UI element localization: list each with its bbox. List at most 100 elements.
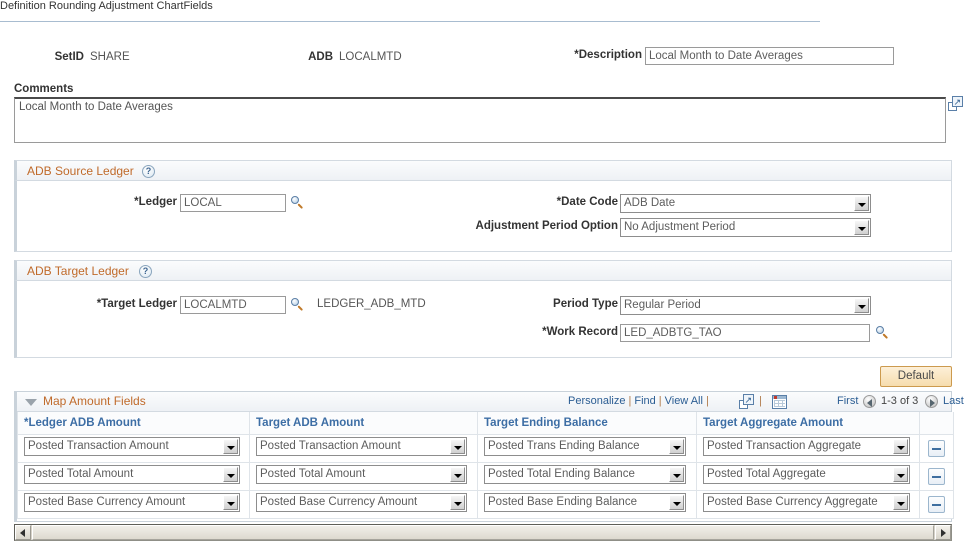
column-header-ledger-adb-amount[interactable]: *Ledger ADB Amount (17, 412, 250, 435)
next-arrow-icon[interactable] (925, 395, 938, 408)
page-root: Definition Rounding Adjustment ChartFiel… (0, 0, 968, 545)
description-label: *Description (574, 49, 642, 61)
adb-target-ledger-section: ADB Target Ledger ? *Target Ledger LEDGE… (14, 260, 952, 358)
minus-icon[interactable] (928, 467, 945, 485)
ledger-adb-amount-dropdown[interactable]: Posted Total Amount (24, 465, 240, 484)
period-type-dropdown[interactable]: Regular Period (620, 296, 871, 315)
chevron-down-icon[interactable] (854, 220, 869, 235)
ledger-adb-amount-value: Posted Transaction Amount (28, 440, 169, 452)
expand-icon[interactable]: ↗ (948, 96, 963, 111)
cell-ledger-adb-amount: Posted Transaction Amount (17, 433, 250, 463)
horizontal-scrollbar[interactable] (14, 524, 952, 541)
chevron-down-icon[interactable] (223, 439, 238, 454)
help-icon[interactable]: ? (139, 265, 152, 278)
ledger-adb-amount-dropdown[interactable]: Posted Base Currency Amount (24, 493, 240, 512)
chevron-down-icon[interactable] (223, 467, 238, 482)
work-record-lookup-magnifier-icon[interactable] (875, 325, 890, 340)
target-ending-balance-dropdown[interactable]: Posted Base Ending Balance (484, 493, 686, 512)
period-type-label: Period Type (553, 298, 618, 310)
target-ledger-field[interactable] (180, 296, 286, 314)
scroll-right-icon[interactable] (935, 525, 951, 540)
grid-title: Map Amount Fields (43, 394, 146, 408)
adjustment-period-option-dropdown[interactable]: No Adjustment Period (620, 218, 871, 237)
column-header-target-adb-amount[interactable]: Target ADB Amount (249, 412, 478, 435)
adb-value: LOCALMTD (339, 51, 402, 63)
chevron-down-icon[interactable] (669, 467, 684, 482)
target-aggregate-amount-value: Posted Transaction Aggregate (707, 440, 862, 452)
period-type-value: Regular Period (624, 299, 701, 311)
download-grid-icon[interactable] (772, 395, 787, 409)
ledger-adb-amount-value: Posted Base Currency Amount (28, 496, 186, 508)
target-aggregate-amount-dropdown[interactable]: Posted Total Aggregate (703, 465, 910, 484)
target-adb-amount-dropdown[interactable]: Posted Base Currency Amount (256, 493, 467, 512)
cell-target-adb-amount: Posted Base Currency Amount (249, 489, 478, 519)
last-link[interactable]: Last (943, 395, 964, 407)
chevron-down-icon[interactable] (223, 495, 238, 510)
scrollbar-thumb[interactable] (32, 525, 934, 540)
description-field[interactable] (645, 47, 894, 65)
chevron-down-icon[interactable] (893, 467, 908, 482)
page-range: 1-3 of 3 (881, 395, 919, 407)
chevron-down-icon[interactable] (669, 495, 684, 510)
cell-target-ending-balance: Posted Trans Ending Balance (477, 433, 697, 463)
target-ending-balance-value: Posted Total Ending Balance (488, 468, 635, 480)
chevron-down-icon[interactable] (669, 439, 684, 454)
date-code-value: ADB Date (624, 197, 676, 209)
target-ledger-lookup-magnifier-icon[interactable] (290, 297, 305, 312)
cell-target-aggregate-amount: Posted Transaction Aggregate (696, 433, 920, 463)
target-ledger-record-name: LEDGER_ADB_MTD (317, 298, 426, 310)
adb-label: ADB (308, 51, 333, 63)
chevron-down-icon[interactable] (450, 467, 465, 482)
cell-delete-row (919, 433, 954, 463)
target-aggregate-amount-value: Posted Total Aggregate (707, 468, 826, 480)
target-adb-amount-dropdown[interactable]: Posted Transaction Amount (256, 437, 467, 456)
comments-textarea[interactable]: Local Month to Date Averages (14, 97, 946, 143)
triangle-down-icon[interactable] (25, 399, 37, 406)
minus-icon[interactable] (928, 439, 945, 457)
ledger-field[interactable] (180, 194, 286, 212)
cell-ledger-adb-amount: Posted Base Currency Amount (17, 489, 250, 519)
cell-target-adb-amount: Posted Transaction Amount (249, 433, 478, 463)
column-header-target-aggregate-amount[interactable]: Target Aggregate Amount (696, 412, 920, 435)
expand-grid-icon[interactable]: ↗ (739, 394, 754, 409)
target-aggregate-amount-dropdown[interactable]: Posted Base Currency Aggregate (703, 493, 910, 512)
adb-target-ledger-body (14, 281, 952, 358)
chevron-down-icon[interactable] (893, 495, 908, 510)
scroll-left-icon[interactable] (15, 525, 31, 540)
chevron-down-icon[interactable] (450, 495, 465, 510)
adb-source-ledger-body (14, 181, 952, 252)
cell-target-aggregate-amount: Posted Total Aggregate (696, 461, 920, 491)
adb-target-ledger-header: ADB Target Ledger ? (14, 260, 952, 281)
target-ending-balance-dropdown[interactable]: Posted Total Ending Balance (484, 465, 686, 484)
target-aggregate-amount-dropdown[interactable]: Posted Transaction Aggregate (703, 437, 910, 456)
chevron-down-icon[interactable] (893, 439, 908, 454)
first-link[interactable]: First (837, 395, 858, 407)
last-link-wrap: Last (943, 395, 964, 407)
find-link[interactable]: Find (634, 395, 655, 407)
date-code-label: *Date Code (556, 196, 618, 208)
cell-target-aggregate-amount: Posted Base Currency Aggregate (696, 489, 920, 519)
grid-toolbar: Personalize | Find | View All | (568, 395, 712, 407)
cell-delete-row (919, 489, 954, 519)
work-record-field[interactable] (620, 324, 870, 342)
target-adb-amount-dropdown[interactable]: Posted Total Amount (256, 465, 467, 484)
target-ending-balance-dropdown[interactable]: Posted Trans Ending Balance (484, 437, 686, 456)
personalize-link[interactable]: Personalize (568, 395, 625, 407)
default-button[interactable]: Default (880, 366, 952, 387)
help-icon[interactable]: ? (142, 165, 155, 178)
prev-arrow-icon[interactable] (863, 395, 876, 408)
column-header-target-ending-balance[interactable]: Target Ending Balance (477, 412, 697, 435)
chevron-down-icon[interactable] (450, 439, 465, 454)
tab-bar: Definition Rounding Adjustment ChartFiel… (0, 0, 820, 22)
toolbar-separator: | (658, 395, 662, 407)
ledger-label: *Ledger (134, 196, 177, 208)
ledger-adb-amount-dropdown[interactable]: Posted Transaction Amount (24, 437, 240, 456)
date-code-dropdown[interactable]: ADB Date (620, 194, 871, 213)
chevron-down-icon[interactable] (854, 196, 869, 211)
minus-icon[interactable] (928, 495, 945, 513)
view-all-link[interactable]: View All (665, 395, 703, 407)
column-header-actions (919, 412, 954, 435)
ledger-lookup-magnifier-icon[interactable] (290, 195, 305, 210)
work-record-label: *Work Record (542, 326, 618, 338)
chevron-down-icon[interactable] (854, 298, 869, 313)
